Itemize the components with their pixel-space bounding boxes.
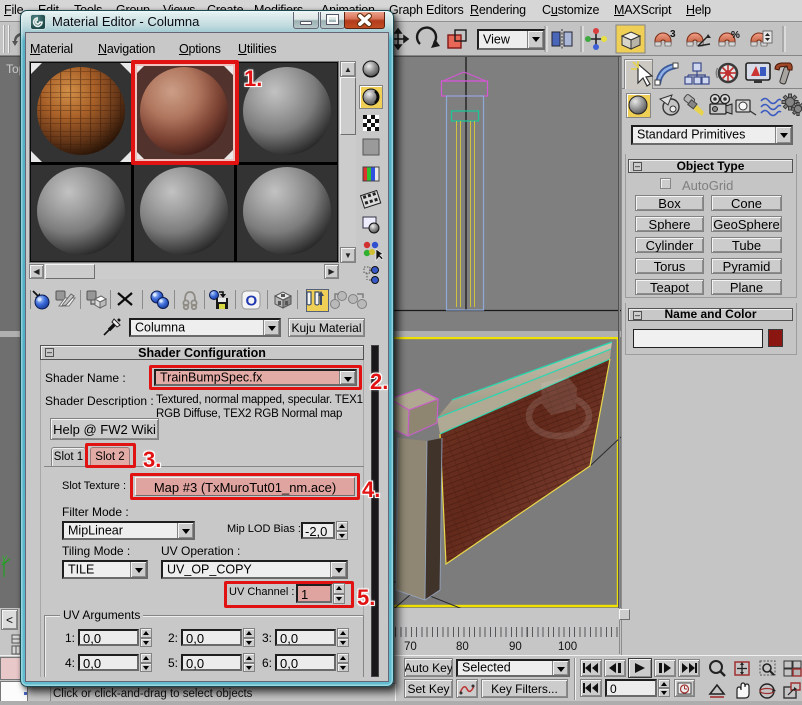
svg-text:3: 3 bbox=[670, 29, 676, 40]
svg-text:O: O bbox=[246, 293, 258, 310]
svg-text:y: y bbox=[1, 553, 8, 564]
svg-text:%: % bbox=[731, 30, 740, 41]
